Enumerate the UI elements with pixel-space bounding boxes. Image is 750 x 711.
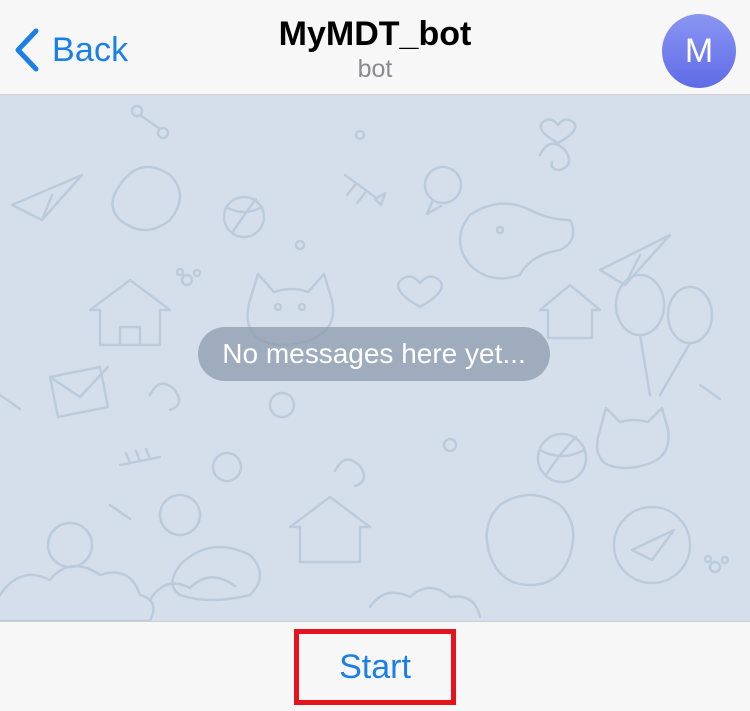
chat-title: MyMDT_bot <box>278 15 472 53</box>
empty-chat-text: No messages here yet... <box>222 338 526 369</box>
avatar-letter: M <box>684 31 714 70</box>
chat-header-title-block: MyMDT_bot bot <box>0 14 750 84</box>
empty-chat-notice: No messages here yet... <box>198 327 550 381</box>
navigation-bar: Back MyMDT_bot bot M <box>0 0 750 95</box>
chat-subtitle: bot <box>357 55 393 83</box>
avatar[interactable]: M <box>662 14 736 88</box>
chat-area: No messages here yet... <box>0 95 750 621</box>
bottom-action-bar: Start <box>0 621 750 711</box>
start-button-label: Start <box>339 647 411 686</box>
start-button[interactable]: Start <box>294 629 456 705</box>
